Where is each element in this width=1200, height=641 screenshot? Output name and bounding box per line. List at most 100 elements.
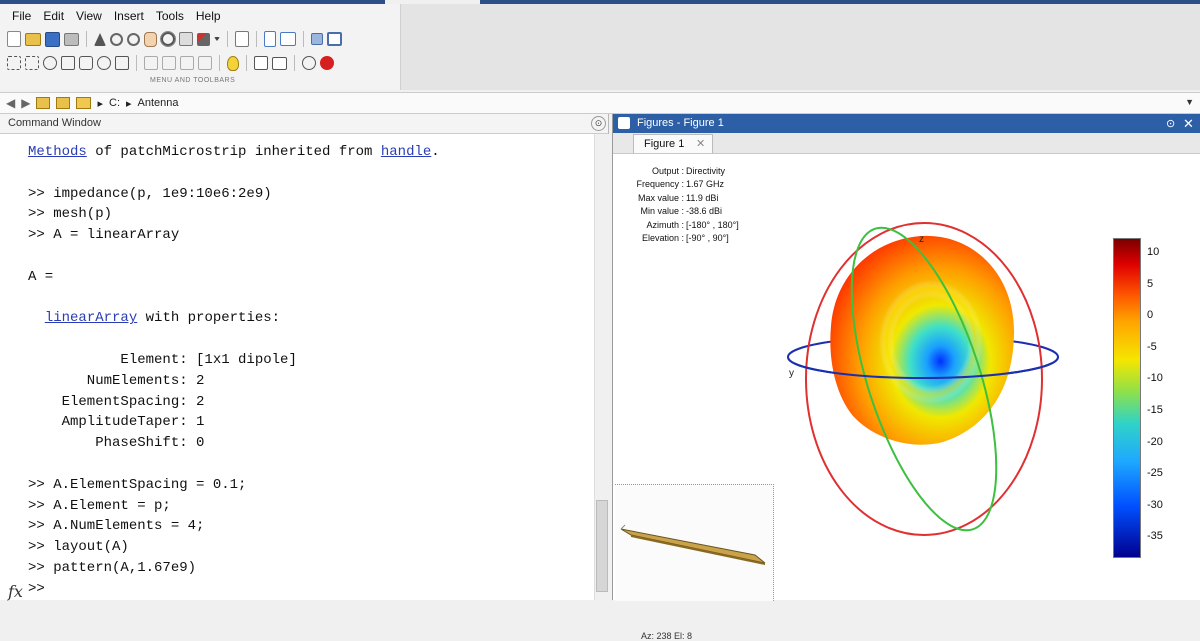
axis-z-icon[interactable]	[198, 56, 212, 70]
command-window-options-button[interactable]: ⊙	[591, 116, 606, 131]
menu-insert[interactable]: Insert	[108, 6, 150, 26]
zoom-out-icon[interactable]	[127, 32, 140, 46]
stop-camera-icon[interactable]	[320, 56, 334, 70]
menu-file[interactable]: File	[6, 6, 37, 26]
figure-tab-row: Figure 1 ✕	[613, 133, 1200, 154]
menu-tools[interactable]: Tools	[150, 6, 190, 26]
command-line: A =	[28, 267, 53, 287]
command-window[interactable]: Command Window ⊙ Methods of patchMicrost…	[0, 114, 609, 600]
function-browser-icon[interactable]: fx	[8, 582, 23, 601]
help-link[interactable]: handle	[381, 144, 431, 160]
data-cursor-icon[interactable]	[179, 32, 193, 46]
colorbar-tick-label: 0	[1147, 309, 1154, 322]
address-dropdown-icon[interactable]: ▼	[1185, 97, 1194, 107]
close-icon[interactable]: ✕	[1183, 116, 1194, 132]
toolbar-row-2	[6, 52, 335, 74]
layout-inset[interactable]	[615, 484, 774, 601]
command-line: AmplitudeTaper: 1	[28, 412, 205, 432]
camera-pan-icon[interactable]	[7, 56, 21, 70]
command-text	[28, 310, 45, 326]
help-link[interactable]: linearArray	[45, 310, 137, 326]
command-line: Methods of patchMicrostrip inherited fro…	[28, 142, 440, 162]
orthographic-projection-icon[interactable]	[254, 56, 268, 70]
reset-camera-icon[interactable]	[302, 56, 316, 70]
figures-title-bar: Figures - Figure 1 ⊙ ✕	[613, 114, 1200, 133]
scene-light-icon[interactable]	[227, 55, 239, 71]
print-icon[interactable]	[64, 32, 79, 46]
legend-icon[interactable]	[280, 32, 296, 46]
figures-options-button[interactable]: ⊙	[1166, 117, 1175, 130]
hide-plot-tools-icon[interactable]	[311, 33, 323, 45]
command-text: of patchMicrostrip inherited from	[86, 144, 381, 160]
axis-x-icon[interactable]	[162, 56, 176, 70]
antenna-array-edge	[631, 535, 765, 565]
camera-orbit-icon[interactable]	[43, 56, 57, 70]
back-arrow-icon[interactable]: ◀	[6, 96, 15, 110]
tab-close-icon[interactable]: ✕	[696, 137, 705, 150]
rotate-3d-icon[interactable]	[160, 31, 176, 47]
colorbar-tick-label: 5	[1147, 277, 1154, 290]
command-text: Element: [1x1 dipole]	[28, 352, 297, 368]
brush-icon[interactable]	[197, 32, 210, 46]
command-text: >>	[28, 580, 45, 597]
folder-icon	[76, 97, 92, 109]
perspective-projection-icon[interactable]	[272, 56, 287, 70]
command-text: with properties:	[137, 310, 281, 327]
tab-figure-1[interactable]: Figure 1 ✕	[633, 134, 713, 153]
command-line: ElementSpacing: 2	[28, 392, 205, 412]
save-icon[interactable]	[45, 31, 60, 47]
command-line: NumElements: 2	[28, 371, 205, 391]
view-angle-readout: Az: 238 El: 8	[641, 631, 693, 641]
colorbar-tick-label: -20	[1147, 435, 1163, 448]
link-plot-icon[interactable]	[235, 31, 249, 47]
principal-axis-icon[interactable]	[144, 56, 158, 70]
camera-zoom-icon[interactable]	[25, 56, 39, 70]
camera-dolly-icon[interactable]	[61, 56, 75, 70]
camera-light-icon[interactable]	[115, 56, 129, 70]
command-line: >>	[28, 579, 45, 599]
show-plot-tools-icon[interactable]	[327, 32, 342, 46]
antenna-array-shape	[620, 528, 766, 564]
menu-view[interactable]: View	[70, 6, 108, 26]
command-line: Element: [1x1 dipole]	[28, 350, 297, 370]
forward-arrow-icon[interactable]: ▶	[21, 96, 30, 110]
command-line: PhaseShift: 0	[28, 433, 204, 453]
up-folder-icon[interactable]	[36, 97, 51, 109]
command-line: >> A.NumElements = 4;	[28, 516, 204, 536]
colorbar-tick-label: 10	[1147, 246, 1160, 258]
open-folder-icon[interactable]	[25, 32, 41, 46]
command-line: >> layout(A)	[28, 537, 129, 557]
axis-y-icon[interactable]	[180, 56, 194, 70]
command-line: >> A.ElementSpacing = 0.1;	[28, 475, 246, 495]
command-text: >> pattern(A,1.67e9)	[28, 560, 197, 576]
menu-help[interactable]: Help	[190, 6, 227, 26]
zoom-in-icon[interactable]	[110, 32, 123, 46]
array-feed-line	[620, 524, 626, 530]
colorbar-icon[interactable]	[264, 31, 276, 47]
command-output[interactable]: Methods of patchMicrostrip inherited fro…	[0, 134, 594, 600]
camera-roll-icon[interactable]	[97, 56, 111, 70]
chevron-down-icon[interactable]	[214, 37, 220, 41]
pan-hand-icon[interactable]	[144, 31, 157, 47]
scrollbar-thumb[interactable]	[596, 500, 608, 592]
path-folder[interactable]: Antenna	[138, 97, 179, 109]
path-drive[interactable]: C:	[109, 97, 120, 109]
command-line: linearArray with properties:	[28, 308, 280, 328]
toolbar-caption: MENU AND TOOLBARS	[150, 77, 236, 84]
pointer-icon[interactable]	[94, 32, 106, 46]
address-bar: ◀ ▶ ▸ C: ▸ Antenna ▼	[0, 92, 1200, 114]
figures-title: Figures - Figure 1	[637, 117, 724, 129]
colorbar-tick-label: -30	[1147, 498, 1163, 511]
command-window-header: Command Window ⊙	[0, 114, 608, 134]
help-link[interactable]: Methods	[28, 144, 87, 160]
camera-walk-icon[interactable]	[79, 56, 93, 70]
command-line: >> mesh(p)	[28, 204, 112, 224]
browse-folder-icon[interactable]	[56, 97, 71, 109]
menu-bar: File Edit View Insert Tools Help	[6, 6, 227, 26]
new-file-icon[interactable]	[7, 31, 21, 47]
command-text: NumElements: 2	[28, 372, 205, 389]
figure-canvas[interactable]: Output : Directivity Frequency :1.67 GHz Ma…	[613, 154, 1200, 641]
colorbar[interactable]	[1113, 238, 1141, 558]
menu-edit[interactable]: Edit	[37, 6, 70, 26]
command-line: >> pattern(A,1.67e9)	[28, 558, 196, 578]
